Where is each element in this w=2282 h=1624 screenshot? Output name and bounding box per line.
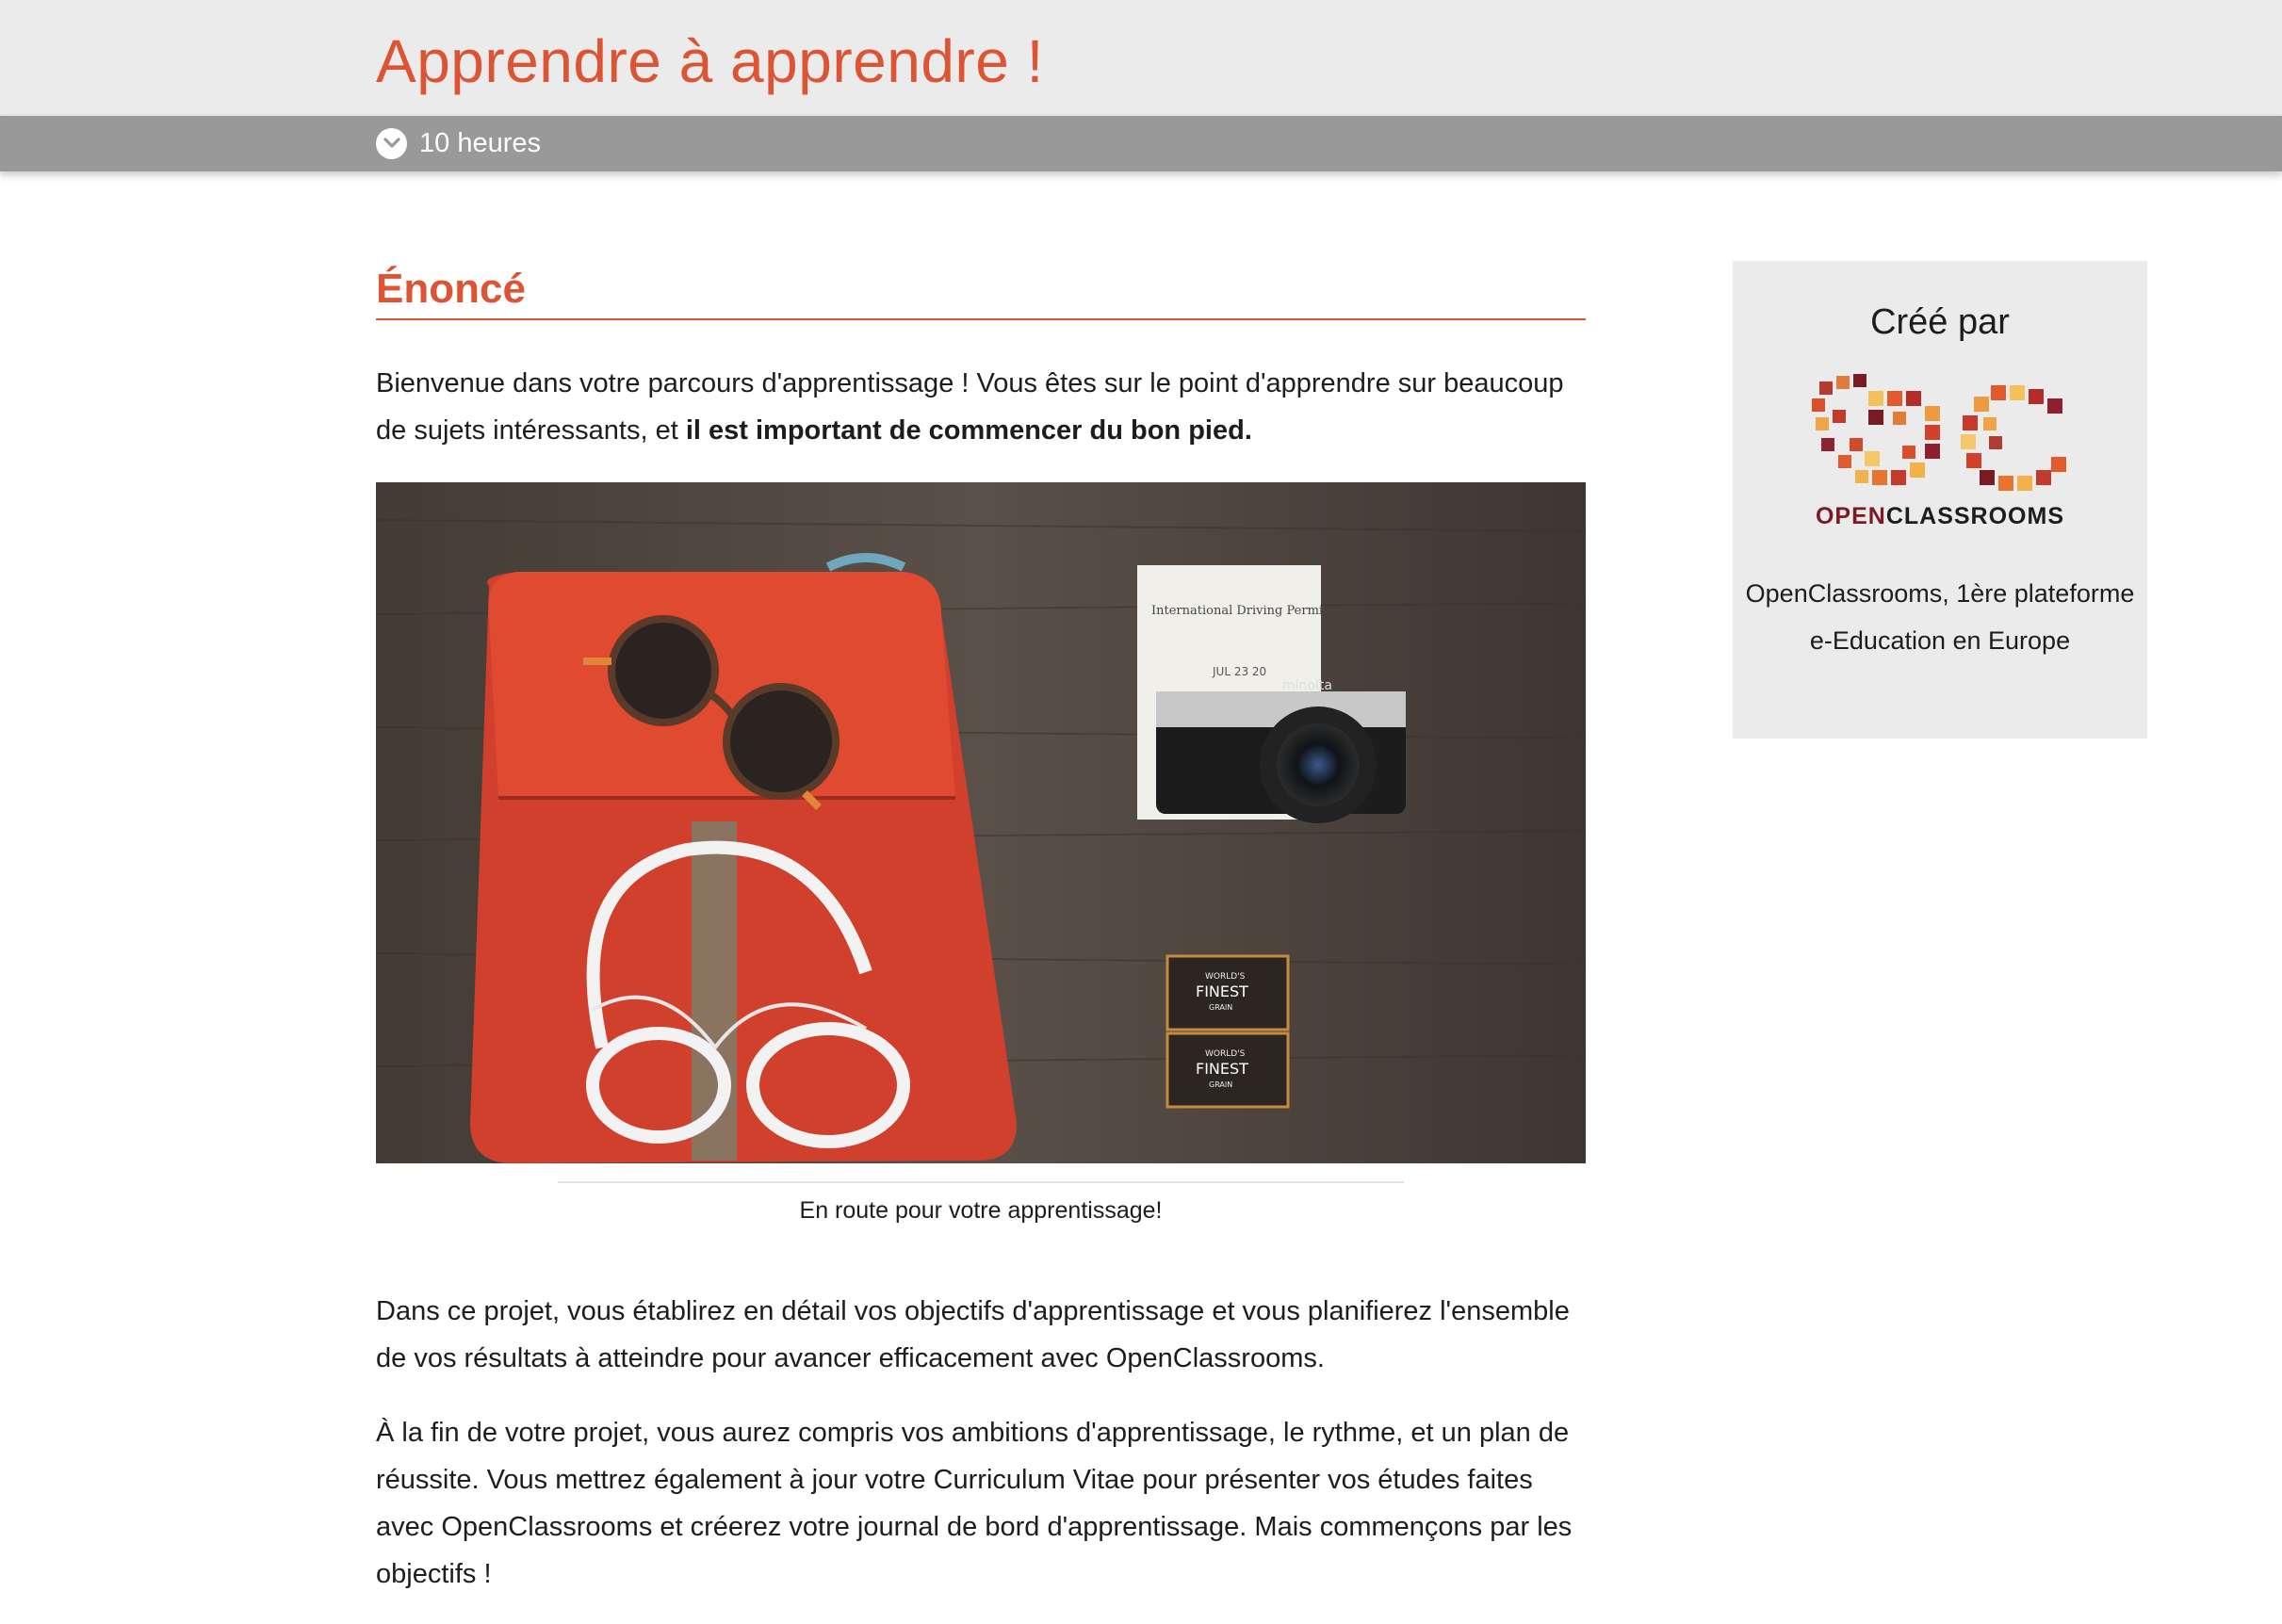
openclassrooms-wordmark: OPENCLASSROOMS (1815, 503, 2065, 529)
intro-emphasis: il est important de commencer du bon pie… (685, 415, 1252, 446)
paragraph-project: Dans ce projet, vous établirez en détail… (376, 1296, 1570, 1373)
creator-card: Créé par OPENCLASSROOMS OpenClassrooms, (1733, 261, 2147, 739)
page-title: Apprendre à apprendre ! (376, 27, 1044, 95)
caption-divider (558, 1181, 1404, 1183)
creator-description: OpenClassrooms, 1ère plateforme e-Educat… (1745, 579, 2135, 655)
film-label-2b: FINEST (1196, 1060, 1248, 1078)
image-caption: En route pour votre apprentissage! (799, 1197, 1163, 1224)
chevron-down-icon[interactable] (376, 127, 407, 159)
film-label-1b: WORLD'S (1205, 1049, 1246, 1059)
permit-title-text: International Driving Permit (1151, 604, 1328, 618)
openclassrooms-logo[interactable] (1812, 372, 2068, 499)
camera-brand-text: minolta (1282, 678, 1332, 693)
film-label-2: FINEST (1196, 983, 1248, 1000)
duration-label: 10 heures (419, 127, 541, 158)
creator-title: Créé par (1870, 302, 2010, 342)
section-title: Énoncé (376, 266, 1586, 320)
duration-toggle[interactable]: 10 heures (376, 125, 541, 161)
paragraph-outcome: À la fin de votre projet, vous aurez com… (376, 1418, 1573, 1589)
intro-paragraph: Bienvenue dans votre parcours d'apprenti… (376, 360, 1586, 454)
course-info-bar: 10 heures (0, 116, 2282, 171)
illustration-photo: International Driving Permit JUL 23 20 m… (376, 482, 1586, 1163)
page-header: Apprendre à apprendre ! (0, 0, 2282, 116)
film-label-1: WORLD'S (1205, 972, 1246, 982)
permit-date-text: JUL 23 20 (1212, 665, 1266, 678)
film-label-3b: GRAIN (1209, 1080, 1232, 1089)
film-label-3: GRAIN (1209, 1003, 1232, 1012)
